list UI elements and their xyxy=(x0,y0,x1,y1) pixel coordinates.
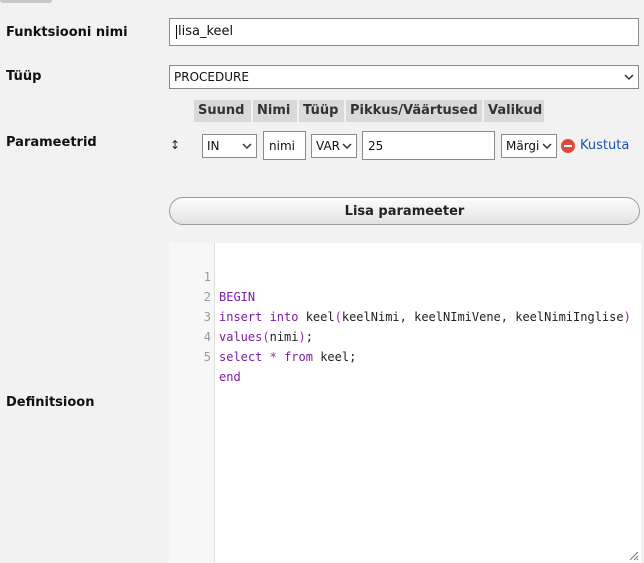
type-label: Tüüp xyxy=(6,69,42,84)
top-tab-stub xyxy=(0,0,52,3)
function-name-input[interactable]: lisa_keel xyxy=(169,18,639,46)
code-line: 4 select * from keel; xyxy=(169,307,357,364)
code-line: 1 BEGIN xyxy=(169,247,255,304)
add-parameter-button[interactable]: Lisa parameeter xyxy=(169,197,640,225)
chevron-down-icon xyxy=(624,74,634,81)
type-select-value: PROCEDURE xyxy=(174,70,249,84)
param-options-value: Märgistik xyxy=(506,139,540,153)
param-length-input[interactable]: 25 xyxy=(362,131,495,160)
type-select[interactable]: PROCEDURE xyxy=(169,65,639,89)
code-text: insert into keel(keelNimi, keelNImiVene,… xyxy=(219,310,631,324)
code-line: 3 values(nimi); xyxy=(169,287,313,344)
param-name-input[interactable]: nimi xyxy=(263,131,306,160)
sort-handle-icon[interactable]: ↕ xyxy=(170,138,180,152)
code-text: select * from keel; xyxy=(219,350,357,364)
delete-parameter-link[interactable]: Kustuta xyxy=(561,138,629,153)
param-type-value: VARCHAR xyxy=(316,139,340,153)
text-caret xyxy=(176,24,177,39)
param-name-value: nimi xyxy=(269,138,295,153)
code-text: end xyxy=(219,370,241,384)
chevron-down-icon xyxy=(342,143,352,150)
chevron-down-icon xyxy=(242,143,252,150)
code-text: BEGIN xyxy=(219,290,256,304)
parameters-table-header: Suund Nimi Tüüp Pikkus/Väärtused Valikud xyxy=(194,100,544,122)
delete-parameter-label: Kustuta xyxy=(580,138,630,153)
column-header-length: Pikkus/Väärtused xyxy=(346,100,482,122)
definition-label: Definitsioon xyxy=(6,395,95,410)
code-text: values(nimi); xyxy=(219,330,313,344)
param-direction-value: IN xyxy=(207,139,220,153)
param-direction-select[interactable]: IN xyxy=(202,134,257,158)
column-header-options: Valikud xyxy=(484,100,544,122)
column-header-name: Nimi xyxy=(253,100,297,122)
param-length-value: 25 xyxy=(368,138,384,153)
remove-circle-icon xyxy=(561,138,575,153)
column-header-type: Tüüp xyxy=(299,100,344,122)
line-number: 5 xyxy=(203,350,211,364)
function-name-label: Funktsiooni nimi xyxy=(6,25,128,40)
code-line: 5 end xyxy=(169,327,241,384)
param-options-select[interactable]: Märgistik xyxy=(501,134,557,158)
definition-code-editor[interactable]: 1 BEGIN 2 insert into keel(keelNimi, kee… xyxy=(169,243,641,563)
resize-grip-icon[interactable] xyxy=(627,549,639,561)
column-header-direction: Suund xyxy=(194,100,251,122)
function-name-value: lisa_keel xyxy=(178,24,234,39)
param-type-select[interactable]: VARCHAR xyxy=(311,134,357,158)
parameters-label: Parameetrid xyxy=(6,135,97,150)
chevron-down-icon xyxy=(542,143,552,150)
code-line: 2 insert into keel(keelNimi, keelNImiVen… xyxy=(169,267,631,324)
